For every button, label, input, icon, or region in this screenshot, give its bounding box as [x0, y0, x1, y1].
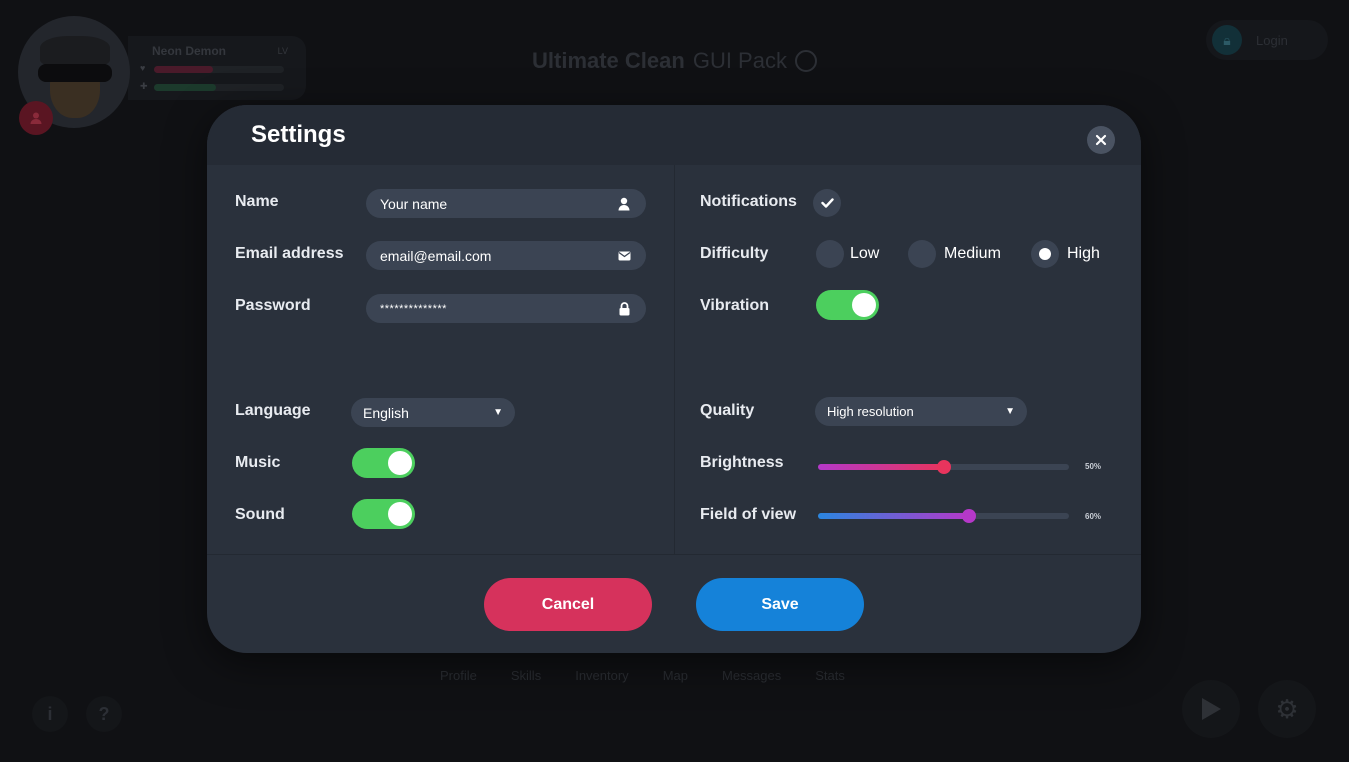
gear-icon: ⚙ — [1275, 693, 1299, 724]
vibration-toggle[interactable] — [816, 290, 879, 320]
difficulty-radio-medium[interactable] — [908, 240, 936, 268]
dialog-title: Settings — [251, 121, 346, 148]
close-button[interactable] — [1087, 126, 1115, 154]
login-button[interactable]: 🔒︎ Login — [1206, 20, 1328, 60]
settings-dialog: Settings Name Email address Password Lan… — [207, 105, 1141, 653]
health-bar-fill — [154, 66, 213, 73]
column-divider — [674, 165, 675, 555]
player-level: LV — [277, 46, 288, 56]
energy-bar — [154, 84, 284, 91]
health-bar — [154, 66, 284, 73]
nav-item-profile[interactable]: Profile — [440, 668, 477, 683]
quality-value: High resolution — [827, 404, 914, 419]
user-icon — [19, 101, 53, 135]
player-name: Neon Demon — [152, 44, 227, 58]
player-panel: Neon Demon LV ♥ ✚ — [128, 36, 306, 100]
quality-select[interactable]: High resolution ▼ — [815, 397, 1027, 426]
envelope-icon — [616, 248, 632, 264]
page-title: Ultimate Clean GUI Pack — [532, 48, 817, 74]
nav-item-messages[interactable]: Messages — [722, 668, 781, 683]
notifications-label: Notifications — [700, 193, 797, 210]
difficulty-radio-low[interactable] — [816, 240, 844, 268]
sound-label: Sound — [235, 506, 285, 523]
difficulty-option-low: Low — [850, 245, 880, 262]
sound-toggle[interactable] — [352, 499, 415, 529]
nav-item-inventory[interactable]: Inventory — [575, 668, 628, 683]
bottom-nav: Profile Skills Inventory Map Messages St… — [440, 668, 845, 683]
chevron-down-icon: ▼ — [1005, 406, 1015, 417]
language-label: Language — [235, 402, 311, 419]
cancel-button[interactable]: Cancel — [484, 578, 652, 631]
music-label: Music — [235, 454, 281, 471]
nav-item-stats[interactable]: Stats — [815, 668, 845, 683]
lock-icon: 🔒︎ — [1212, 25, 1242, 55]
nav-item-map[interactable]: Map — [663, 668, 688, 683]
nav-item-skills[interactable]: Skills — [511, 668, 541, 683]
brightness-label: Brightness — [700, 454, 784, 471]
difficulty-label: Difficulty — [700, 245, 769, 262]
dialog-header: Settings — [207, 105, 1141, 165]
lock-icon — [616, 301, 632, 317]
brightness-slider[interactable] — [818, 460, 1069, 474]
settings-button[interactable]: ⚙ — [1258, 680, 1316, 738]
name-field[interactable] — [366, 189, 646, 218]
avatar — [18, 16, 130, 135]
email-label: Email address — [235, 245, 344, 262]
fov-slider[interactable] — [818, 509, 1069, 523]
energy-bar-fill — [154, 84, 217, 91]
slider-handle[interactable] — [961, 509, 976, 523]
save-button[interactable]: Save — [696, 578, 864, 631]
info-button[interactable]: i — [32, 696, 68, 732]
email-input[interactable] — [380, 247, 616, 264]
logo-icon — [794, 50, 817, 72]
checkmark-icon — [820, 198, 834, 208]
footer-divider — [207, 554, 1141, 555]
chevron-down-icon: ▼ — [493, 407, 503, 418]
toggle-knob — [388, 502, 412, 526]
password-field[interactable] — [366, 294, 646, 323]
slider-handle[interactable] — [936, 460, 951, 474]
difficulty-radio-high[interactable] — [1031, 240, 1059, 268]
name-label: Name — [235, 193, 279, 210]
user-icon — [616, 196, 632, 212]
fov-label: Field of view — [700, 506, 797, 523]
plus-icon: ✚ — [140, 81, 148, 91]
heart-icon: ♥ — [140, 63, 146, 73]
language-select[interactable]: English ▼ — [351, 398, 515, 427]
difficulty-option-high: High — [1067, 245, 1100, 262]
notifications-checkbox[interactable] — [813, 189, 841, 217]
quality-label: Quality — [700, 402, 755, 419]
toggle-knob — [388, 451, 412, 475]
email-field[interactable] — [366, 241, 646, 270]
slider-fill — [818, 464, 944, 470]
close-icon — [1095, 134, 1107, 146]
password-label: Password — [235, 297, 311, 314]
play-button[interactable] — [1182, 680, 1240, 738]
difficulty-option-medium: Medium — [944, 245, 1001, 262]
vibration-label: Vibration — [700, 297, 770, 314]
help-button[interactable]: ? — [86, 696, 122, 732]
language-value: English — [363, 404, 409, 421]
music-toggle[interactable] — [352, 448, 415, 478]
password-input[interactable] — [380, 302, 616, 315]
slider-fill — [818, 513, 969, 519]
fov-value: 60% — [1085, 512, 1102, 521]
name-input[interactable] — [380, 195, 616, 212]
play-icon — [1202, 698, 1221, 720]
toggle-knob — [852, 293, 876, 317]
brightness-value: 50% — [1085, 462, 1102, 471]
